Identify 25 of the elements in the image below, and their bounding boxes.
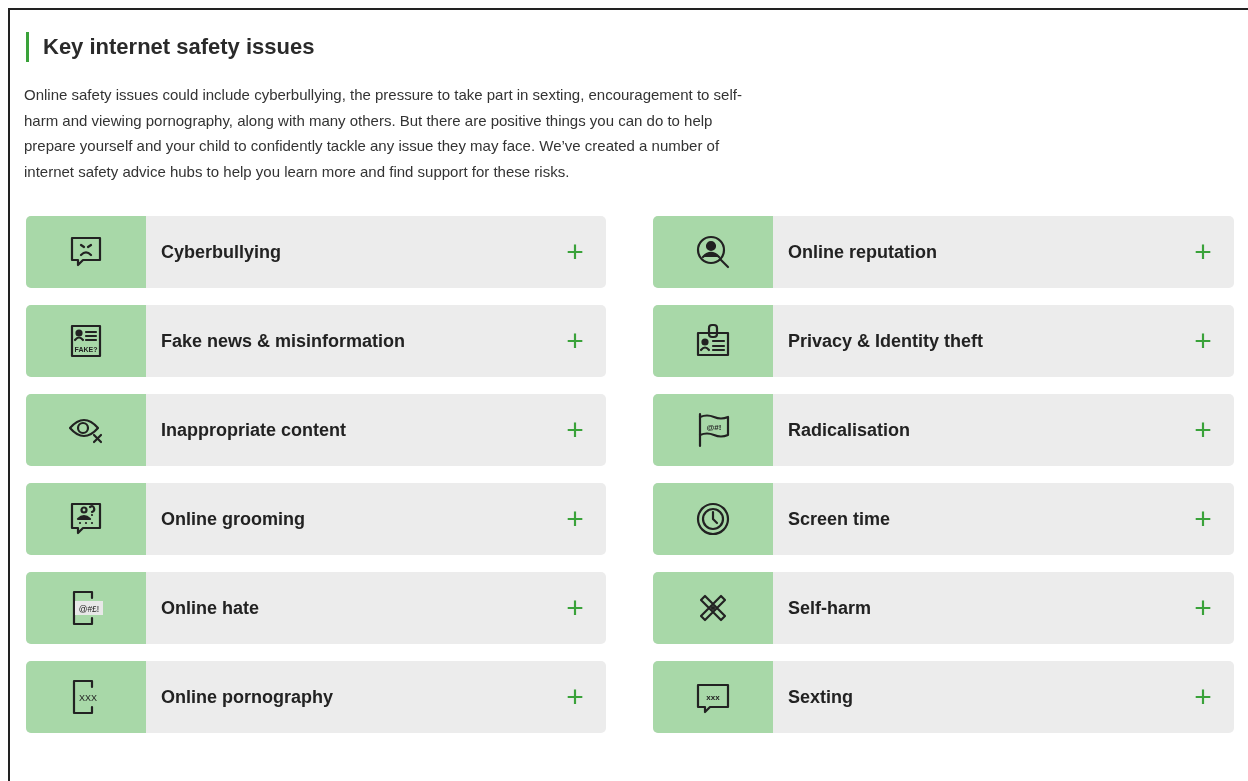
issue-title: Online reputation xyxy=(787,241,938,263)
issue-accordion[interactable]: Inappropriate content + xyxy=(26,394,606,466)
issue-title: Radicalisation xyxy=(787,419,912,441)
issue-title: Online grooming xyxy=(160,508,306,530)
issue-accordion[interactable]: Privacy & Identity theft + xyxy=(653,305,1234,377)
issue-title: Online pornography xyxy=(160,686,334,708)
issue-accordion[interactable]: XXX Online pornography + xyxy=(26,661,606,733)
issue-title: Inappropriate content xyxy=(160,419,347,441)
issue-title: Privacy & Identity theft xyxy=(787,330,985,352)
issue-accordion[interactable]: Online reputation + xyxy=(653,216,1234,288)
issue-title: Screen time xyxy=(787,508,892,530)
issue-accordion[interactable]: Self-harm + xyxy=(653,572,1234,644)
issue-title: Cyberbullying xyxy=(160,241,282,263)
issue-title: Sexting xyxy=(787,686,854,708)
intro-paragraph: Online safety issues could include cyberbullying, the pressure to take part in sexting, encouragement to self-harm and viewing pornography, along with many others. But there are positive things you can do to help prepare yourself and your child to confidently tackle any issue they may face. We’ve created a number of internet safety advice hubs to help you learn more and find support for these risks. xyxy=(24,85,743,182)
section-title: Key internet safety issues xyxy=(26,32,1248,62)
issue-title: Fake news & misinformation xyxy=(160,330,407,352)
issue-accordion[interactable]: Cyberbullying + xyxy=(26,216,606,288)
issue-accordion[interactable]: Online grooming + xyxy=(26,483,606,555)
issue-title: Online hate xyxy=(160,597,260,619)
issue-accordion[interactable]: Screen time + xyxy=(653,483,1234,555)
issue-accordion[interactable]: xxx Sexting + xyxy=(653,661,1234,733)
issue-accordion[interactable]: @#! Radicalisation + xyxy=(653,394,1234,466)
issue-title: Self-harm xyxy=(787,597,873,619)
issue-accordion[interactable]: @#£! Online hate + xyxy=(26,572,606,644)
